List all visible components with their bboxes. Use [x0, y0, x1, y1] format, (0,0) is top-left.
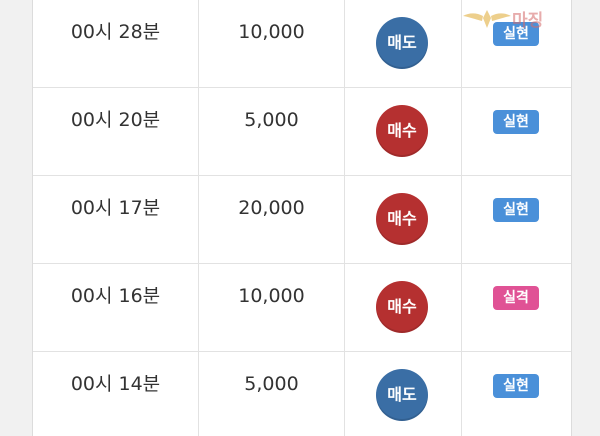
amount-cell: 5,000 — [199, 88, 345, 175]
table-row: 00시 20분 5,000 매수 실현 — [33, 88, 571, 176]
result-badge: 실격 — [493, 286, 539, 310]
result-badge: 실현 — [493, 374, 539, 398]
amount-cell: 10,000 — [199, 264, 345, 351]
time-text: 00시 16분 — [70, 285, 161, 307]
amount-cell: 5,000 — [199, 352, 345, 436]
amount-text: 10,000 — [238, 285, 305, 307]
result-cell: 실현 — [462, 176, 571, 263]
result-cell: 실현 — [462, 88, 571, 175]
watermark-logo: 마징 — [462, 4, 594, 34]
result-badge: 실현 — [493, 110, 539, 134]
time-cell: 00시 14분 — [33, 352, 199, 436]
side-cell: 매수 — [345, 88, 462, 175]
amount-text: 5,000 — [244, 373, 299, 395]
result-badge: 실현 — [493, 198, 539, 222]
time-text: 00시 14분 — [70, 373, 161, 395]
result-cell: 실격 — [462, 264, 571, 351]
page: 00시 28분 10,000 매도 실현 00시 20분 5,000 매수 실현… — [0, 0, 600, 436]
side-cell: 매도 — [345, 0, 462, 87]
amount-text: 5,000 — [244, 109, 299, 131]
table-row: 00시 14분 5,000 매도 실현 — [33, 352, 571, 436]
time-text: 00시 28분 — [70, 21, 161, 43]
logo-text: 마징 — [512, 11, 544, 31]
time-cell: 00시 16분 — [33, 264, 199, 351]
wings-icon — [463, 10, 511, 28]
result-cell: 실현 — [462, 352, 571, 436]
side-cell: 매수 — [345, 264, 462, 351]
amount-text: 10,000 — [238, 21, 305, 43]
time-text: 00시 17분 — [70, 197, 161, 219]
amount-cell: 10,000 — [199, 0, 345, 87]
buy-badge: 매수 — [376, 193, 428, 245]
sell-badge: 매도 — [376, 369, 428, 421]
side-cell: 매도 — [345, 352, 462, 436]
sell-badge: 매도 — [376, 17, 428, 69]
buy-badge: 매수 — [376, 105, 428, 157]
table-row: 00시 17분 20,000 매수 실현 — [33, 176, 571, 264]
amount-cell: 20,000 — [199, 176, 345, 263]
side-cell: 매수 — [345, 176, 462, 263]
trade-history-table: 00시 28분 10,000 매도 실현 00시 20분 5,000 매수 실현… — [32, 0, 572, 436]
time-text: 00시 20분 — [70, 109, 161, 131]
time-cell: 00시 20분 — [33, 88, 199, 175]
time-cell: 00시 28분 — [33, 0, 199, 87]
time-cell: 00시 17분 — [33, 176, 199, 263]
amount-text: 20,000 — [238, 197, 305, 219]
buy-badge: 매수 — [376, 281, 428, 333]
table-row: 00시 16분 10,000 매수 실격 — [33, 264, 571, 352]
